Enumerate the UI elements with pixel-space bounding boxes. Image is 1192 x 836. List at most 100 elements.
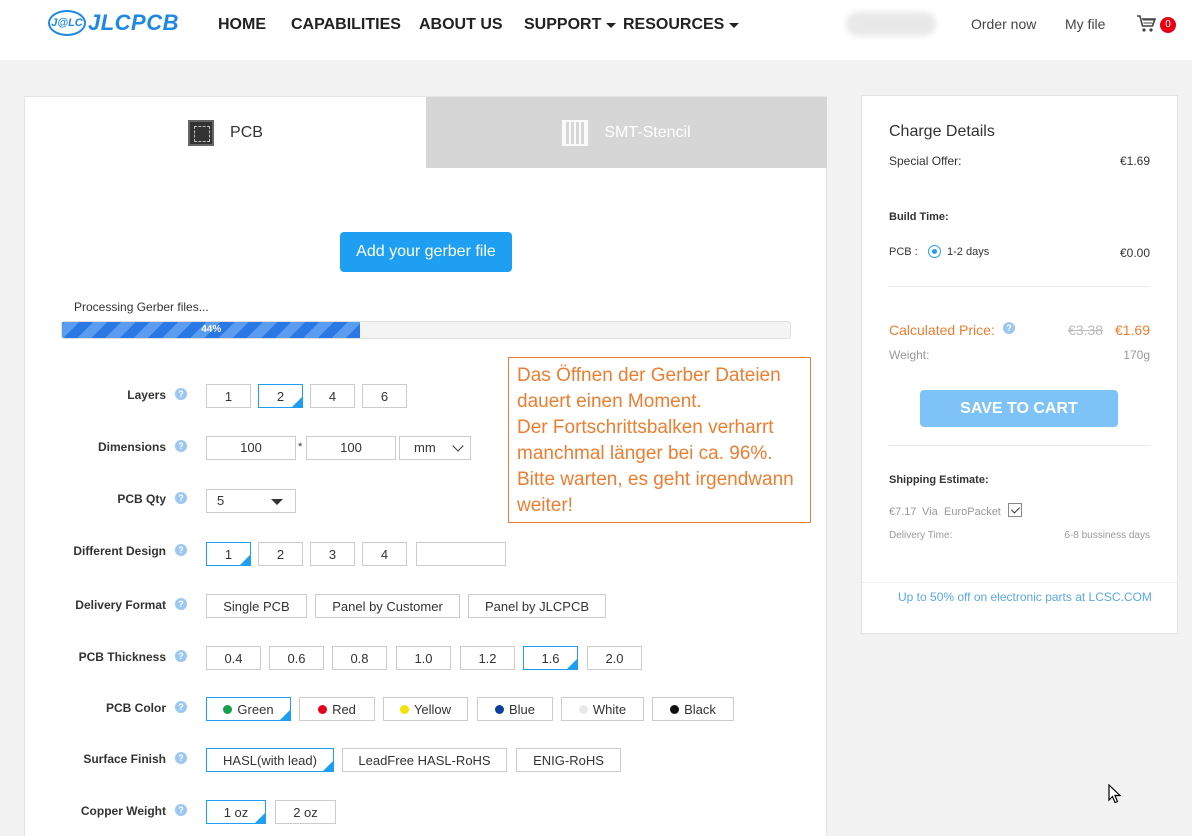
surface-enig[interactable]: ENIG-RoHS <box>516 748 621 772</box>
help-icon[interactable]: ? <box>175 598 187 610</box>
shipping-via: Via <box>922 506 938 518</box>
tab-smt-label: SMT-Stencil <box>604 123 691 141</box>
thickness-0-8[interactable]: 0.8 <box>332 646 387 670</box>
color-yellow[interactable]: Yellow <box>383 697 468 721</box>
thickness-0-4[interactable]: 0.4 <box>206 646 261 670</box>
color-yellow-label: Yellow <box>413 701 452 717</box>
help-icon[interactable]: ? <box>175 752 187 764</box>
copper-2oz[interactable]: 2 oz <box>275 800 336 824</box>
progress-fill: 44% <box>62 322 361 338</box>
annotation-line: Der Fortschrittsbalken verharrt <box>517 417 774 438</box>
shipping-price: €7.17 <box>889 506 917 518</box>
chevron-down-icon <box>452 440 464 452</box>
nav-home[interactable]: HOME <box>218 16 266 34</box>
save-to-cart-button[interactable]: SAVE TO CART <box>920 390 1118 427</box>
design-custom-input[interactable] <box>416 542 506 566</box>
color-black[interactable]: Black <box>652 697 734 721</box>
design-option-4[interactable]: 4 <box>362 542 407 566</box>
thickness-1-6[interactable]: 1.6 <box>523 646 578 670</box>
thickness-1-0[interactable]: 1.0 <box>396 646 451 670</box>
special-offer-value: €1.69 <box>1119 154 1150 168</box>
help-icon[interactable]: ? <box>175 650 187 662</box>
nav-resources[interactable]: RESOURCES <box>623 16 740 34</box>
design-option-3[interactable]: 3 <box>310 542 355 566</box>
jlcpcb-logo[interactable]: J@LC JLCPCB <box>48 10 179 36</box>
shipping-method-dropdown[interactable] <box>1008 503 1022 517</box>
help-icon[interactable]: ? <box>175 492 187 504</box>
nav-home-label: HOME <box>218 16 266 33</box>
thickness-0-6[interactable]: 0.6 <box>269 646 324 670</box>
special-offer-label: Special Offer: <box>889 154 962 168</box>
layers-option-1[interactable]: 1 <box>206 384 251 408</box>
delivery-single-pcb[interactable]: Single PCB <box>206 594 307 618</box>
color-black-label: Black <box>684 701 716 717</box>
build-pcb-label: PCB : <box>889 246 918 258</box>
lcsc-promo-link[interactable]: Up to 50% off on electronic parts at LCS… <box>898 590 1152 604</box>
charge-details-panel: Charge Details Special Offer: €1.69 Buil… <box>861 95 1178 634</box>
help-icon[interactable]: ? <box>175 440 187 452</box>
order-now-link[interactable]: Order now <box>971 16 1036 32</box>
delivery-time-label: Delivery Time: <box>889 530 953 541</box>
surface-hasl-lead[interactable]: HASL(with lead) <box>206 748 334 772</box>
dimension-separator: * <box>298 441 303 453</box>
color-white-label: White <box>592 701 627 717</box>
shipping-estimate-label: Shipping Estimate: <box>889 474 989 486</box>
thickness-1-2[interactable]: 1.2 <box>460 646 515 670</box>
nav-support-label: SUPPORT <box>524 16 602 33</box>
layers-option-2[interactable]: 2 <box>258 384 303 408</box>
top-navbar: J@LC JLCPCB HOME CAPABILITIES ABOUT US S… <box>0 0 1192 60</box>
tab-smt-stencil[interactable]: SMT-Stencil <box>426 97 827 168</box>
design-option-2[interactable]: 2 <box>258 542 303 566</box>
copper-1oz[interactable]: 1 oz <box>206 800 266 824</box>
color-green[interactable]: Green <box>206 697 291 721</box>
help-icon[interactable]: ? <box>1003 322 1015 334</box>
dimensions-label: Dimensions <box>97 440 166 454</box>
build-time-price: €0.00 <box>1119 246 1150 260</box>
pcb-qty-select[interactable]: 5 <box>206 489 296 513</box>
surface-leadfree-hasl[interactable]: LeadFree HASL-RoHS <box>342 748 507 772</box>
design-option-1[interactable]: 1 <box>206 542 251 566</box>
my-file-link[interactable]: My file <box>1065 16 1105 32</box>
dimension-y-input[interactable]: 100 <box>306 436 396 460</box>
cart-icon[interactable] <box>1136 14 1158 39</box>
account-name-blurred[interactable] <box>846 12 936 36</box>
black-swatch <box>670 704 680 714</box>
original-price: €3.38 <box>1068 322 1104 338</box>
thickness-2-0[interactable]: 2.0 <box>587 646 642 670</box>
copper-weight-label: Copper Weight <box>80 804 166 818</box>
logo-text: JLCPCB <box>88 10 180 35</box>
calculated-price-label: Calculated Price: <box>889 322 995 338</box>
red-swatch <box>318 704 328 714</box>
logo-mark: J@LC <box>48 10 86 36</box>
delivery-panel-by-jlcpcb[interactable]: Panel by JLCPCB <box>468 594 606 618</box>
color-blue[interactable]: Blue <box>477 697 553 721</box>
color-red-label: Red <box>332 701 356 717</box>
nav-capabilities[interactable]: CAPABILITIES <box>291 16 401 34</box>
help-icon[interactable]: ? <box>175 804 187 816</box>
dimension-x-input[interactable]: 100 <box>206 436 296 460</box>
tab-pcb[interactable]: PCB <box>25 97 426 168</box>
weight-label: Weight: <box>889 348 930 362</box>
layers-option-6[interactable]: 6 <box>362 384 407 408</box>
dimension-unit-select[interactable]: mm <box>399 436 471 460</box>
help-icon[interactable]: ? <box>175 701 187 713</box>
weight-value: 170g <box>1123 348 1150 362</box>
layers-label: Layers <box>127 388 166 402</box>
annotation-line: dauert einen Moment. <box>517 391 702 412</box>
build-time-radio[interactable] <box>928 245 941 258</box>
upload-progress-bar: 44% <box>61 321 791 339</box>
delivery-panel-by-customer[interactable]: Panel by Customer <box>315 594 460 618</box>
color-red[interactable]: Red <box>299 697 375 721</box>
yellow-swatch <box>399 704 409 714</box>
help-icon[interactable]: ? <box>175 544 187 556</box>
color-white[interactable]: White <box>561 697 644 721</box>
layers-option-4[interactable]: 4 <box>310 384 355 408</box>
add-gerber-file-button[interactable]: Add your gerber file <box>340 232 512 272</box>
nav-support[interactable]: SUPPORT <box>524 16 617 34</box>
nav-capabilities-label: CAPABILITIES <box>291 16 401 33</box>
annotation-callout: Das Öffnen der Gerber Dateien dauert ein… <box>508 357 811 523</box>
pcb-color-label: PCB Color <box>106 701 166 715</box>
shipping-carrier: EuroPacket <box>944 506 1001 518</box>
help-icon[interactable]: ? <box>175 388 187 400</box>
nav-about-us[interactable]: ABOUT US <box>419 16 503 34</box>
